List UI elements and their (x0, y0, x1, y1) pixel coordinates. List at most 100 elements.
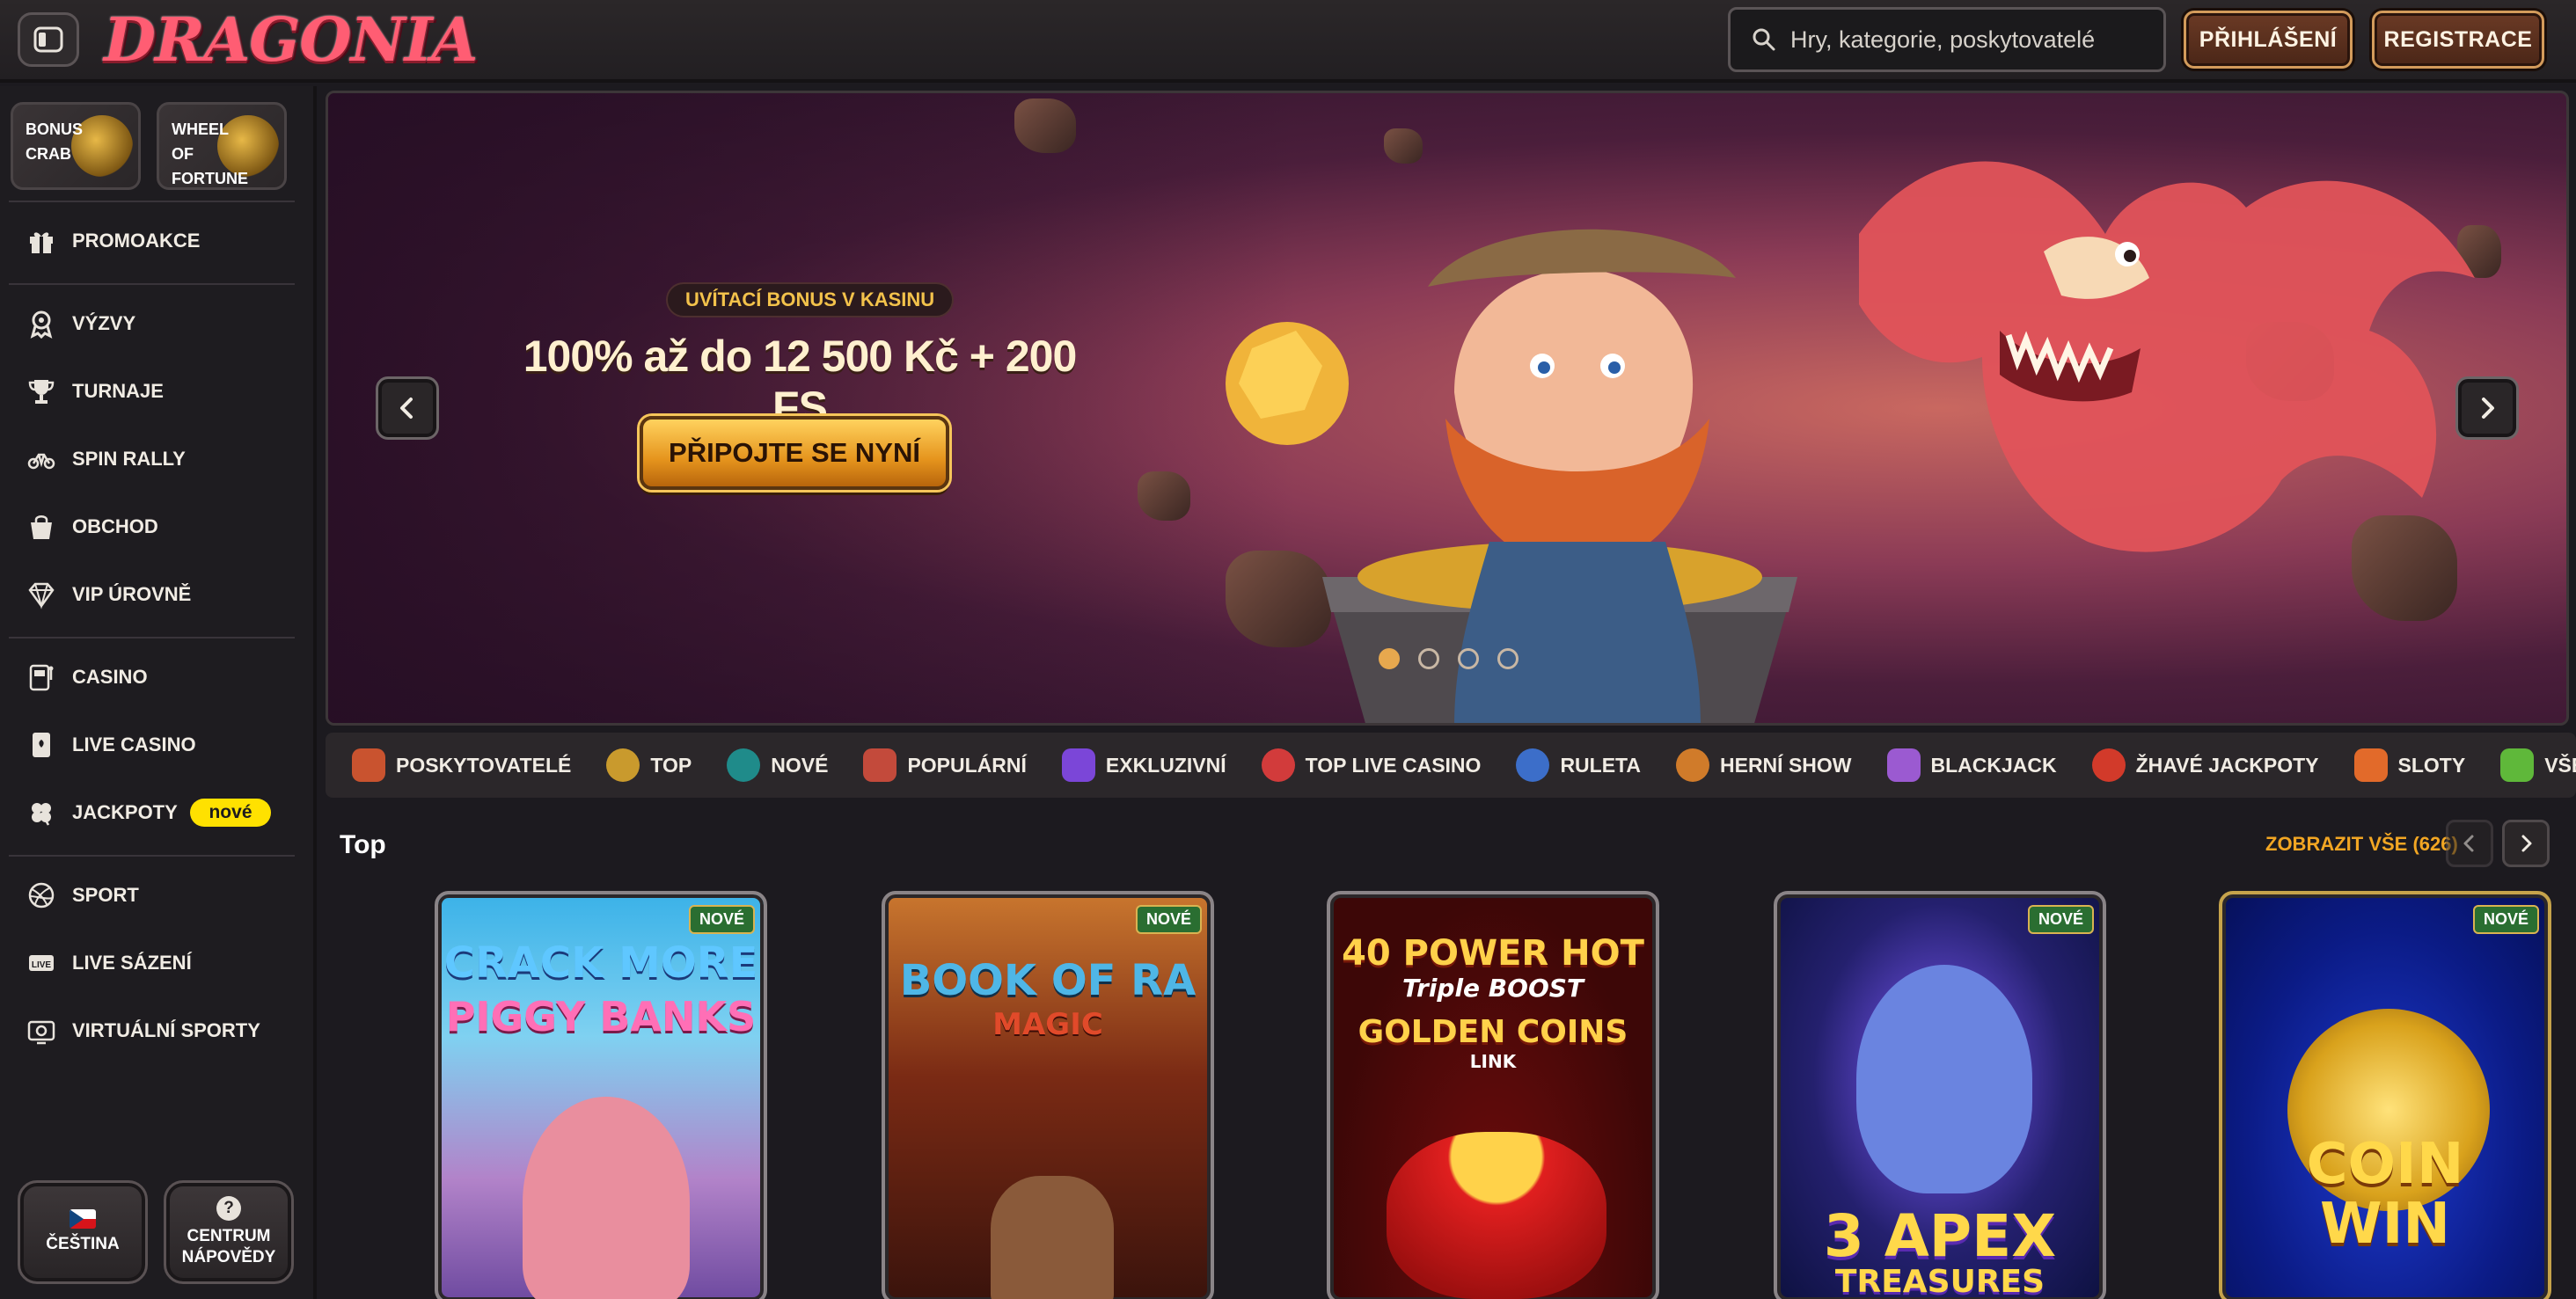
category-top[interactable]: TOP (606, 748, 692, 782)
sidebar-divider (9, 283, 295, 285)
sidebar-item-promoakce[interactable]: PROMOAKCE (26, 222, 200, 260)
sidebar-item-label: CASINO (72, 666, 148, 688)
wolf-illustration (1856, 965, 2032, 1193)
sidebar-item-label: VÝZVY (72, 312, 136, 334)
category-blackjack[interactable]: BLACKJACK (1886, 748, 2057, 782)
sidebar-item-live-sazeni[interactable]: LIVE LIVE SÁZENÍ (26, 944, 192, 982)
card-icon (33, 733, 50, 757)
miner-illustration (1226, 229, 1797, 723)
sidebar-item-casino[interactable]: CASINO (26, 658, 148, 697)
sidebar-item-spin-rally[interactable]: SPIN RALLY (26, 440, 186, 478)
dragon-illustration (1859, 161, 2475, 552)
category-label: POSKYTOVATELÉ (396, 753, 572, 777)
sidebar-item-label: LIVE CASINO (72, 733, 196, 755)
banner-dot-3[interactable] (1458, 648, 1479, 669)
register-button[interactable]: REGISTRACE (2372, 11, 2544, 69)
game-card-3-apex-treasures[interactable]: 3 APEX TREASURES NOVÉ (1774, 891, 2106, 1299)
top-prev-button[interactable] (2446, 820, 2493, 867)
sidebar-item-virtualni-sporty[interactable]: VIRTUÁLNÍ SPORTY (26, 1011, 260, 1050)
chevron-left-icon (400, 398, 413, 419)
category-sloty[interactable]: SLOTY (2353, 748, 2465, 782)
sidebar-item-jackpoty[interactable]: JACKPOTY (26, 793, 178, 832)
jackpoty-new-badge: nové (190, 799, 271, 827)
category-bar: POSKYTOVATELÉ TOP NOVÉ POPULÁRNÍ EXKLUZI… (326, 733, 2576, 798)
category-exkluzivni[interactable]: EXKLUZIVNÍ (1061, 748, 1226, 782)
rock-decoration (1138, 471, 1190, 521)
banner-dot-4[interactable] (1497, 648, 1519, 669)
top-bar: DRAGONIA PŘIHLÁŠENÍ REGISTRACE (0, 0, 2576, 83)
sidebar-item-label: JACKPOTY (72, 801, 178, 823)
section-title-top: Top (340, 830, 386, 859)
new-badge: NOVÉ (1135, 905, 1202, 934)
game-card-crack-more-piggy-banks[interactable]: CRACK MORE PIGGY BANKS NOVÉ (435, 891, 767, 1299)
sidebar-toggle-button[interactable] (18, 12, 79, 67)
language-button[interactable]: ČEŠTINA (18, 1180, 148, 1284)
sidebar-item-label: LIVE SÁZENÍ (72, 952, 192, 974)
category-popularni[interactable]: POPULÁRNÍ (863, 748, 1027, 782)
category-top-live-casino[interactable]: TOP LIVE CASINO (1261, 748, 1481, 782)
rocket-icon (863, 748, 897, 782)
game-card-40-power-hot-golden-coins[interactable]: 40 POWER HOT Triple BOOST GOLDEN COINS L… (1327, 891, 1659, 1299)
game-title-line2: MAGIC (992, 1007, 1103, 1042)
new-badge: NOVÉ (2472, 905, 2539, 934)
game-title-line1: COIN (2306, 1132, 2464, 1197)
game-card-book-of-ra-magic[interactable]: BOOK OF RA MAGIC NOVÉ (882, 891, 1214, 1299)
search-box[interactable] (1728, 7, 2166, 72)
live-icon: LIVE (29, 955, 54, 971)
sidebar-item-obchod[interactable]: OBCHOD (26, 507, 158, 546)
clover-icon (32, 803, 51, 826)
roulette-icon (1516, 748, 1550, 782)
category-poskytovatele[interactable]: POSKYTOVATELÉ (352, 748, 571, 782)
pig-character-illustration (523, 1097, 690, 1299)
promo-tile-bonus-crab[interactable]: BONUS CRAB (11, 102, 141, 190)
sidebar-item-vyzvy[interactable]: VÝZVY (26, 304, 135, 343)
star-icon (606, 748, 640, 782)
sidebar-item-live-casino[interactable]: LIVE CASINO (26, 726, 196, 764)
egg-icon (727, 748, 761, 782)
sidebar-item-sport[interactable]: SPORT (26, 876, 139, 915)
help-label-line2: NÁPOVĚDY (181, 1248, 276, 1266)
sidebar-item-label: VIRTUÁLNÍ SPORTY (72, 1019, 260, 1041)
logo[interactable]: DRAGONIA (104, 4, 478, 77)
search-input[interactable] (1790, 26, 2142, 54)
category-ruleta[interactable]: RULETA (1516, 748, 1641, 782)
view-all-link[interactable]: ZOBRAZIT VŠE (626) (2265, 833, 2458, 856)
banner-dot-2[interactable] (1418, 648, 1439, 669)
game-title-line4: LINK (1469, 1051, 1517, 1072)
category-nove[interactable]: NOVÉ (727, 748, 828, 782)
promo-tile-label: BONUS CRAB (26, 120, 84, 163)
join-now-button[interactable]: PŘIPOJTE SE NYNÍ (640, 416, 949, 490)
search-icon (1753, 28, 1775, 51)
new-badge: NOVÉ (688, 905, 755, 934)
game-card-coin-win[interactable]: COIN WIN NOVÉ (2219, 891, 2551, 1299)
sidebar-item-vip-urovne[interactable]: VIP ÚROVNĚ (26, 575, 191, 614)
login-button[interactable]: PŘIHLÁŠENÍ (2184, 11, 2353, 69)
sidebar-item-label: TURNAJE (72, 380, 164, 402)
top-next-button[interactable] (2502, 820, 2550, 867)
promo-tile-label: WHEEL OF FORTUNE (172, 120, 248, 187)
game-title-line1: CRACK MORE (443, 938, 758, 988)
category-herni-show[interactable]: HERNÍ SHOW (1676, 748, 1852, 782)
category-zhave-jackpoty[interactable]: ŽHAVÉ JACKPOTY (2091, 748, 2319, 782)
category-label: BLACKJACK (1930, 753, 2057, 777)
category-vsechny[interactable]: VŠECH (2500, 748, 2576, 782)
game-title-line2: PIGGY BANKS (445, 993, 757, 1040)
help-center-button[interactable]: ? CENTRUM NÁPOVĚDY (164, 1180, 294, 1284)
cards-icon (1886, 748, 1921, 782)
banner-next-button[interactable] (2455, 376, 2519, 440)
new-badge: NOVÉ (2027, 905, 2094, 934)
gift-icon (30, 232, 53, 253)
trophy-icon (28, 380, 55, 404)
hero-banner[interactable]: UVÍTACÍ BONUS V KASINU 100% až do 12 500… (326, 91, 2569, 726)
promo-tile-wheel-of-fortune[interactable]: WHEEL OF FORTUNE (157, 102, 287, 190)
all-games-icon (2500, 748, 2535, 782)
banner-prev-button[interactable] (376, 376, 439, 440)
sidebar-item-label: OBCHOD (72, 515, 158, 537)
sidebar-divider (9, 855, 295, 857)
rock-decoration (1384, 128, 1423, 164)
chevron-left-icon (2463, 835, 2474, 852)
sidebar-item-label: SPORT (72, 884, 139, 906)
sidebar-item-turnaje[interactable]: TURNAJE (26, 372, 164, 411)
banner-dot-1[interactable] (1379, 648, 1400, 669)
chili-icon (2091, 748, 2126, 782)
